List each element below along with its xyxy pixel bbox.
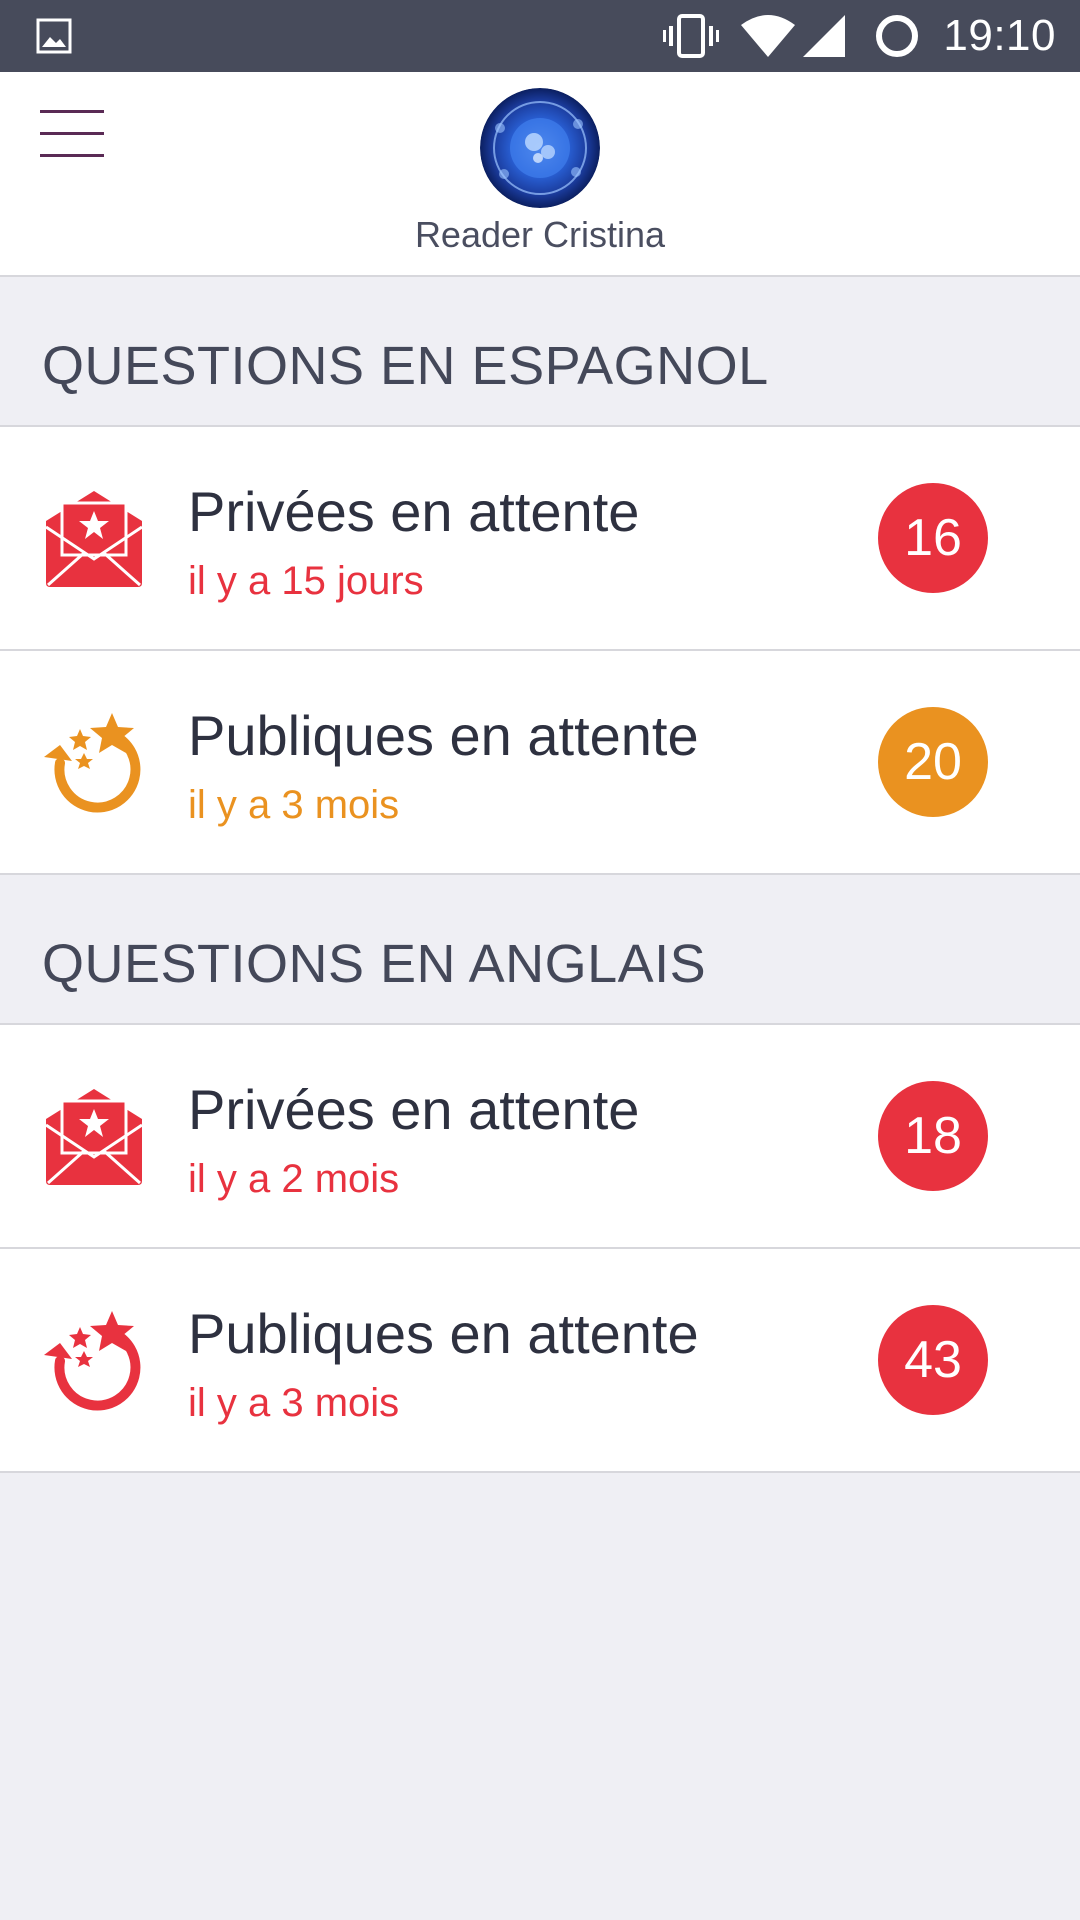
signal-icon bbox=[803, 15, 846, 57]
row-private-espagnol[interactable]: Privées en attente il y a 15 jours 16 bbox=[0, 427, 1080, 651]
row-label: Publiques en attente bbox=[188, 704, 699, 767]
reader-avatar[interactable] bbox=[480, 88, 600, 208]
wifi-icon bbox=[741, 15, 796, 57]
row-private-anglais[interactable]: Privées en attente il y a 2 mois 18 bbox=[0, 1025, 1080, 1249]
count-badge: 16 bbox=[878, 483, 988, 593]
public-stars-arrow-icon bbox=[42, 1309, 146, 1413]
row-time: il y a 2 mois bbox=[188, 1157, 400, 1201]
row-time: il y a 3 mois bbox=[188, 783, 400, 827]
section-title: QUESTIONS EN ANGLAIS bbox=[42, 934, 707, 994]
status-bar: 19:10 bbox=[0, 0, 1080, 72]
count-badge: 18 bbox=[878, 1081, 988, 1191]
vibrate-icon bbox=[663, 14, 720, 58]
loading-icon bbox=[875, 14, 919, 58]
section-title: QUESTIONS EN ESPAGNOL bbox=[42, 336, 769, 396]
row-label: Publiques en attente bbox=[188, 1302, 699, 1365]
row-label: Privées en attente bbox=[188, 1078, 640, 1141]
count-badge: 20 bbox=[878, 707, 988, 817]
row-public-anglais[interactable]: Publiques en attente il y a 3 mois 43 bbox=[0, 1249, 1080, 1473]
private-envelope-star-icon bbox=[42, 1085, 146, 1189]
public-stars-arrow-icon bbox=[42, 711, 146, 815]
row-label: Privées en attente bbox=[188, 480, 640, 543]
private-envelope-star-icon bbox=[42, 487, 146, 591]
row-public-espagnol[interactable]: Publiques en attente il y a 3 mois 20 bbox=[0, 651, 1080, 875]
hamburger-menu-icon[interactable] bbox=[40, 110, 104, 160]
app-header: Reader Cristina bbox=[0, 72, 1080, 277]
count-badge: 43 bbox=[878, 1305, 988, 1415]
clock-time: 19:10 bbox=[943, 11, 1056, 60]
section-header-espagnol: QUESTIONS EN ESPAGNOL bbox=[0, 277, 1080, 427]
row-time: il y a 15 jours bbox=[188, 559, 424, 603]
row-time: il y a 3 mois bbox=[188, 1381, 400, 1425]
section-header-anglais: QUESTIONS EN ANGLAIS bbox=[0, 875, 1080, 1025]
gallery-icon bbox=[36, 18, 72, 59]
reader-name: Reader Cristina bbox=[414, 214, 666, 255]
